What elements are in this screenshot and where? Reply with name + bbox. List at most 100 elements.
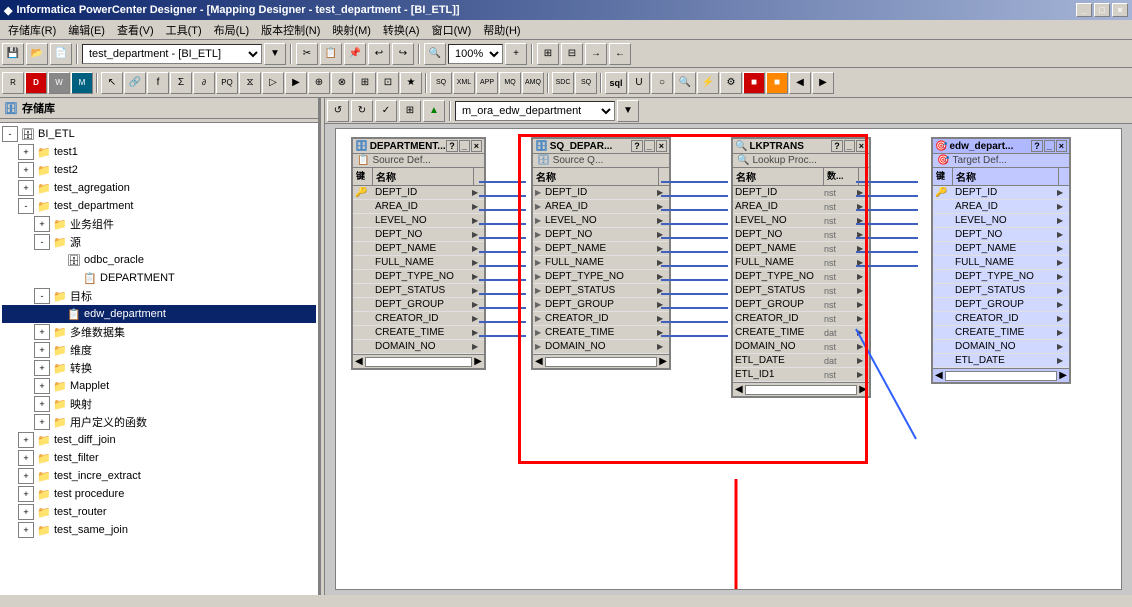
tb2-mq[interactable]: MQ — [499, 72, 521, 94]
tb-copy[interactable]: 📋 — [320, 43, 342, 65]
tb2-orange[interactable]: ■ — [766, 72, 788, 94]
tree-expand-transform[interactable]: + — [34, 360, 50, 376]
tree-item-test-diff-join[interactable]: + 📁 test_diff_join — [2, 431, 316, 449]
tb2-link[interactable]: 🔗 — [124, 72, 146, 94]
maximize-button[interactable]: □ — [1094, 3, 1110, 17]
tree-item-department[interactable]: 📋 DEPARTMENT — [2, 269, 316, 287]
dept-scroll[interactable]: ◀▶ — [353, 354, 484, 368]
menu-layout[interactable]: 布局(L) — [208, 20, 255, 40]
tree-expand-test-aggregation[interactable]: + — [18, 180, 34, 196]
canvas-tb-btn1[interactable]: ↺ — [327, 100, 349, 122]
tree-item-test1[interactable]: + 📁 test1 — [2, 143, 316, 161]
tree-item-source[interactable]: - 📁 源 — [2, 233, 316, 251]
lkp-scroll[interactable]: ◀▶ — [733, 382, 869, 396]
tree-item-test-filter[interactable]: + 📁 test_filter — [2, 449, 316, 467]
tb2-sqlbtn[interactable]: sql — [605, 72, 627, 94]
tb2-btn8[interactable]: ∂ — [193, 72, 215, 94]
tree-expand-test-department[interactable]: - — [18, 198, 34, 214]
menu-repository[interactable]: 存储库(R) — [2, 20, 62, 40]
tb-cut[interactable]: ✂ — [296, 43, 318, 65]
tree-item-transform[interactable]: + 📁 转换 — [2, 359, 316, 377]
tree-expand-test-diff-join[interactable]: + — [18, 432, 34, 448]
edw-min[interactable]: _ — [1044, 140, 1055, 152]
tb2-xml[interactable]: XML — [453, 72, 475, 94]
mapping-combo[interactable]: test_department - [BI_ETL] — [82, 44, 262, 64]
tb2-btn3[interactable]: W — [48, 72, 70, 94]
tree-expand-bi-etl[interactable]: - — [2, 126, 18, 142]
tree-item-edw-department[interactable]: 📋 edw_department — [2, 305, 316, 323]
tb2-sq2[interactable]: SQ — [575, 72, 597, 94]
tree-item-business-component[interactable]: + 📁 业务组件 — [2, 215, 316, 233]
tree-item-test-aggregation[interactable]: + 📁 test_agregation — [2, 179, 316, 197]
menu-view[interactable]: 查看(V) — [111, 20, 160, 40]
tb2-scan[interactable]: 🔍 — [674, 72, 696, 94]
tree-expand-test1[interactable]: + — [18, 144, 34, 160]
menu-edit[interactable]: 编辑(E) — [62, 20, 111, 40]
tree-item-bi-etl[interactable]: - 🗄 BI_ETL — [2, 125, 316, 143]
sq-scroll[interactable]: ◀▶ — [533, 354, 669, 368]
tb2-btn16[interactable]: ★ — [400, 72, 422, 94]
canvas-tb-btn2[interactable]: ↻ — [351, 100, 373, 122]
canvas-tb-btn4[interactable]: ⊞ — [399, 100, 421, 122]
tb-extra2[interactable]: ⊟ — [561, 43, 583, 65]
menu-tools[interactable]: 工具(T) — [160, 20, 208, 40]
tb2-amq[interactable]: AMQ — [522, 72, 544, 94]
canvas-tb-btn5[interactable]: ▲ — [423, 100, 445, 122]
tree-item-multidata[interactable]: + 📁 多维数据集 — [2, 323, 316, 341]
tb2-btn4[interactable]: M — [71, 72, 93, 94]
menu-window[interactable]: 窗口(W) — [426, 20, 478, 40]
canvas-tb-validate[interactable]: ✓ — [375, 100, 397, 122]
tree-item-test2[interactable]: + 📁 test2 — [2, 161, 316, 179]
close-button[interactable]: × — [1112, 3, 1128, 17]
dept-header[interactable]: 🗄 DEPARTMENT... ? _ × — [353, 139, 484, 154]
tb-zoom-in[interactable]: + — [505, 43, 527, 65]
menu-transform[interactable]: 转换(A) — [377, 20, 426, 40]
tree-item-test-same-join[interactable]: + 📁 test_same_join — [2, 521, 316, 539]
tb2-plug[interactable]: ⚡ — [697, 72, 719, 94]
tree-expand-business-component[interactable]: + — [34, 216, 50, 232]
tb2-btn1[interactable]: R — [2, 72, 24, 94]
tb-extra3[interactable]: → — [585, 43, 607, 65]
tb2-app[interactable]: APP — [476, 72, 498, 94]
tree-expand-test-procedure[interactable]: + — [18, 486, 34, 502]
tb-redo[interactable]: ↪ — [392, 43, 414, 65]
menu-version[interactable]: 版本控制(N) — [255, 20, 326, 40]
canvas-combo-drop[interactable]: ▼ — [617, 100, 639, 122]
tb2-sdc[interactable]: SDC — [552, 72, 574, 94]
tb2-btn13[interactable]: ⊗ — [331, 72, 353, 94]
tb2-sq1[interactable]: SQ — [430, 72, 452, 94]
mapping-name-combo[interactable]: m_ora_edw_department — [455, 101, 615, 121]
edw-close[interactable]: × — [1056, 140, 1067, 152]
tb-btn3[interactable]: 📄 — [50, 43, 72, 65]
menu-help[interactable]: 帮助(H) — [477, 20, 526, 40]
minimize-button[interactable]: _ — [1076, 3, 1092, 17]
tb2-btn2[interactable]: D — [25, 72, 47, 94]
tb2-circle[interactable]: ○ — [651, 72, 673, 94]
tb2-gear[interactable]: ⚙ — [720, 72, 742, 94]
tb2-btn7[interactable]: Σ — [170, 72, 192, 94]
tree-expand-mapplet[interactable]: + — [34, 378, 50, 394]
tree-expand-target[interactable]: - — [34, 288, 50, 304]
tree-expand-test-filter[interactable]: + — [18, 450, 34, 466]
tb2-next[interactable]: ▶ — [812, 72, 834, 94]
tree-item-test-incre-extract[interactable]: + 📁 test_incre_extract — [2, 467, 316, 485]
sq-header[interactable]: 🗄 SQ_DEPAR... ? _ × — [533, 139, 669, 154]
tb2-btn9[interactable]: ⧖ — [239, 72, 261, 94]
zoom-combo[interactable]: 100% — [448, 44, 503, 64]
lkp-q[interactable]: ? — [831, 140, 843, 152]
tree-expand-test-router[interactable]: + — [18, 504, 34, 520]
tb2-red[interactable]: ■ — [743, 72, 765, 94]
tb-extra4[interactable]: ← — [609, 43, 631, 65]
sq-q[interactable]: ? — [631, 140, 643, 152]
lkp-close[interactable]: × — [856, 140, 867, 152]
tree-expand-test2[interactable]: + — [18, 162, 34, 178]
tb-drop[interactable]: ▼ — [264, 43, 286, 65]
tb2-pq[interactable]: PQ — [216, 72, 238, 94]
lkp-header[interactable]: 🔍 LKPTRANS ? _ × — [733, 139, 869, 154]
edw-q[interactable]: ? — [1031, 140, 1043, 152]
dept-min[interactable]: _ — [459, 140, 470, 152]
tb-extra1[interactable]: ⊞ — [537, 43, 559, 65]
tree-expand-test-incre-extract[interactable]: + — [18, 468, 34, 484]
dept-close[interactable]: × — [471, 140, 482, 152]
tb2-btn6[interactable]: f — [147, 72, 169, 94]
